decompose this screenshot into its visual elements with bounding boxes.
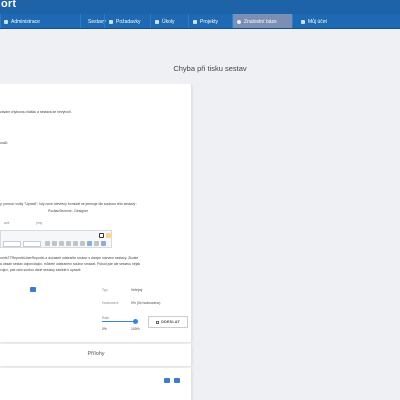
bold-icon[interactable] (99, 233, 104, 238)
brand-name: ort (1, 0, 17, 10)
nav-item-znalostni-baze[interactable]: Znalostní báze (232, 14, 292, 28)
link-icon[interactable] (94, 241, 99, 246)
type-label: Typ (102, 288, 108, 292)
font-select[interactable] (3, 241, 21, 247)
rate-label: Rate (102, 316, 110, 320)
send-icon (155, 320, 159, 324)
article-para-line3: vující, pak vám soubor dané sestavy zasl… (0, 268, 82, 272)
code-icon[interactable] (101, 241, 106, 246)
editor-toolbar (0, 230, 112, 248)
type-value: Veřejný (131, 288, 143, 292)
attachments-header-card: Přílohy (0, 344, 192, 366)
align-left-icon[interactable] (45, 241, 50, 246)
project-icon (193, 19, 197, 24)
nav-item-pozadavky[interactable]: Požadavky (104, 14, 150, 28)
nav-item-sestavy[interactable]: Sestavy (80, 14, 106, 28)
send-button-label: ODESLAT (160, 320, 180, 324)
editor-tab-edit[interactable]: avit (4, 221, 9, 225)
nav-item-administrace[interactable]: Administrace (0, 14, 80, 28)
size-select[interactable] (23, 241, 41, 247)
rating-label: Hodnocení (102, 301, 119, 305)
table-icon[interactable] (80, 241, 85, 246)
main-nav: Administrace Sestavy Požadavky Úkoly Pro… (0, 14, 400, 29)
nav-item-label: Úkoly (162, 18, 175, 25)
nav-item-projekty[interactable]: Projekty (188, 14, 232, 28)
nav-item-label: Projekty (200, 18, 219, 25)
send-button[interactable]: ODESLAT (148, 316, 188, 328)
article-text-line1: závám chybovou hlášku a sestava se nevyt… (0, 110, 72, 114)
indent-icon[interactable] (73, 241, 78, 246)
align-center-icon[interactable] (52, 241, 57, 246)
attachment-icon[interactable] (174, 378, 180, 383)
article-text-line2: oraD: (0, 141, 9, 145)
nav-item-label: Můj účet (308, 18, 327, 25)
nav-item-label: Znalostní báze (244, 18, 277, 25)
article-card (0, 84, 192, 342)
attachments-card (0, 368, 192, 400)
article-text-line3: y, pomocí volby "Upravit", kdy nové otev… (0, 202, 138, 206)
rate-min-label: 0% (102, 327, 107, 331)
knowledge-base-icon (237, 19, 241, 24)
article-text-line4: PocitacSezonni - Designer (48, 209, 88, 213)
article-para-line1: oortsTTReports\UserReports\ a dočasně od… (0, 256, 139, 260)
image-icon[interactable] (87, 241, 92, 246)
settings-icon (4, 19, 8, 24)
attachment-icon[interactable] (164, 378, 170, 383)
rate-slider-handle[interactable] (133, 319, 138, 324)
nav-item-ukoly[interactable]: Úkoly (150, 14, 188, 28)
highlight-icon[interactable] (106, 233, 111, 238)
nav-item-label: Požadavky (116, 18, 141, 25)
page-title: Chyba při tisku sestav (173, 64, 247, 73)
brand-bar: ort (0, 0, 400, 14)
align-right-icon[interactable] (59, 241, 64, 246)
user-icon (301, 19, 305, 24)
request-icon (109, 19, 113, 24)
task-icon (155, 19, 159, 24)
nav-item-label: Administrace (11, 18, 40, 25)
rating-value: 0% (0x hodnoceno) (131, 301, 161, 305)
list-icon[interactable] (66, 241, 71, 246)
attachments-title: Přílohy (87, 351, 105, 357)
article-para-line2: a obsah sestav odpovídající. můžete odst… (0, 262, 141, 266)
editor-tab-themes[interactable]: ýmy (36, 221, 42, 225)
nav-item-muj-ucet[interactable]: Můj účet (292, 14, 400, 28)
share-icon[interactable] (30, 287, 36, 292)
rate-max-label: 100% (131, 327, 140, 331)
